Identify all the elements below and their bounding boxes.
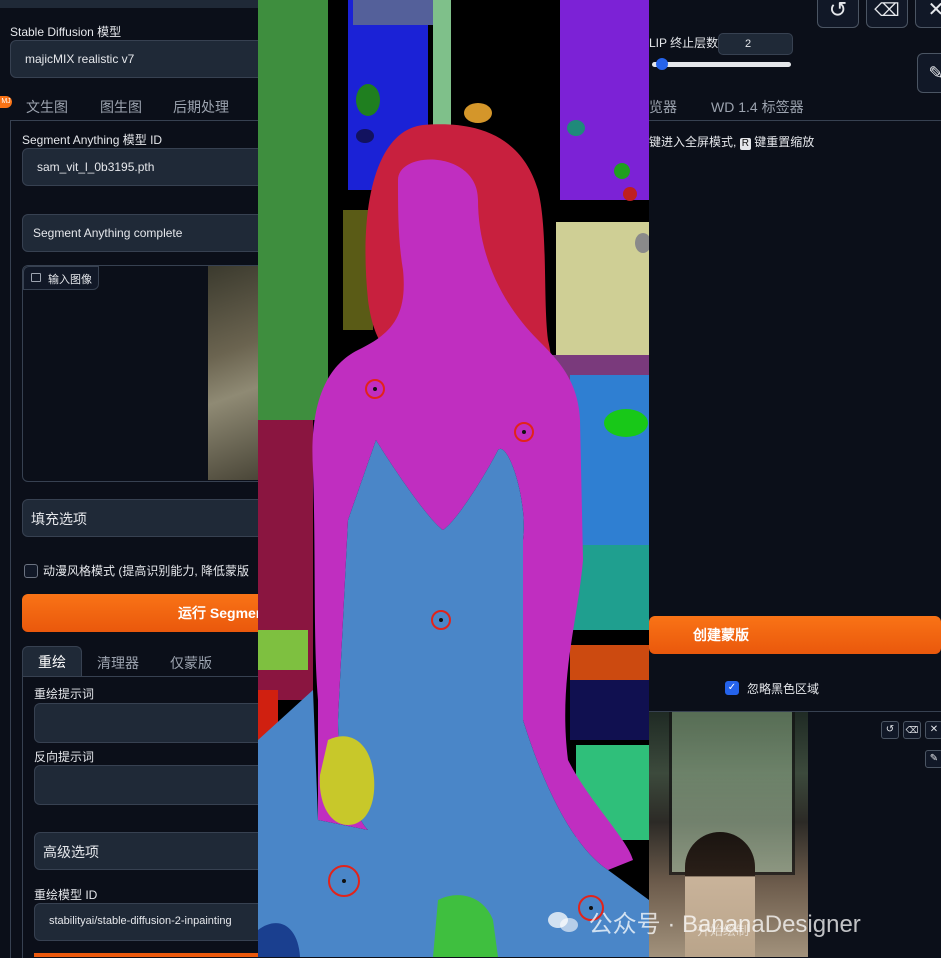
- right-tab-border: [649, 120, 941, 121]
- segment-green-right-blob: [604, 409, 648, 437]
- watermark-text: 公众号 · BananaDesigner: [588, 911, 861, 938]
- inpaint-model-select[interactable]: stabilityai/stable-diffusion-2-inpaintin…: [34, 903, 276, 941]
- undo-icon[interactable]: ↺: [817, 0, 859, 28]
- input-image-thumbnail: [208, 266, 258, 480]
- mj-badge: MJ: [0, 96, 12, 108]
- clip-skip-number[interactable]: 2: [718, 33, 793, 55]
- segment-amber-spot: [464, 103, 492, 123]
- wechat-icon: [548, 910, 582, 934]
- tab-wd14-tagger[interactable]: WD 1.4 标签器: [711, 97, 804, 117]
- input-image-tag: 输入图像: [23, 266, 99, 290]
- ignore-black-label: 忽略黑色区域: [747, 682, 820, 696]
- top-bar: [0, 0, 258, 8]
- advanced-options-label: 高级选项: [43, 844, 99, 860]
- inpaint-prompt-label: 重绘提示词: [34, 687, 95, 701]
- segment-slate-top: [353, 0, 433, 25]
- segment-green-spot-right: [614, 163, 630, 179]
- model-select[interactable]: majicMIX realistic v7: [10, 40, 272, 78]
- segment-purple: [560, 0, 649, 200]
- segment-navy-right: [570, 680, 649, 740]
- segment-teal-spot: [567, 120, 585, 136]
- fullscreen-hint: 键进入全屏模式, R 键重置缩放: [649, 133, 814, 150]
- create-mask-label: 创建蒙版: [693, 627, 749, 643]
- clip-skip-label: LIP 终止层数: [649, 36, 719, 50]
- clip-skip-value: 2: [745, 38, 752, 50]
- tab-browser[interactable]: 览器: [649, 97, 677, 117]
- tab-extras[interactable]: 后期处理: [173, 97, 229, 117]
- sam-complete-dropdown[interactable]: Segment Anything complete: [22, 214, 274, 252]
- sam-model-label: Segment Anything 模型 ID: [22, 133, 163, 147]
- model-label: Stable Diffusion 模型: [10, 25, 122, 39]
- input-image-label: 输入图像: [48, 274, 92, 286]
- inpaint-prompt-input[interactable]: [34, 703, 276, 743]
- brush-icon[interactable]: ✎: [925, 750, 941, 768]
- segment-lime-left: [258, 630, 308, 670]
- orange-edge: [34, 953, 264, 957]
- clip-skip-slider[interactable]: [652, 58, 791, 70]
- negative-prompt-label: 反向提示词: [34, 750, 95, 764]
- tab-cleaner[interactable]: 清理器: [97, 653, 139, 673]
- brush-icon[interactable]: ✎: [917, 53, 941, 93]
- sam-model-value: sam_vit_l_0b3195.pth: [37, 160, 155, 174]
- point-marker-dot: [373, 387, 377, 391]
- run-segment-button[interactable]: 运行 Segment: [22, 594, 272, 632]
- model-value: majicMIX realistic v7: [25, 52, 135, 66]
- image-icon: [31, 273, 41, 282]
- segment-orange-right: [570, 645, 649, 685]
- eraser-icon[interactable]: ⌫: [903, 721, 921, 739]
- anime-mode-checkbox[interactable]: [24, 564, 38, 578]
- inpaint-model-label: 重绘模型 ID: [34, 888, 98, 902]
- hint-key: R: [739, 138, 751, 150]
- segment-green-left: [258, 0, 328, 420]
- hint-prefix: 键进入全屏模式,: [649, 135, 737, 149]
- watermark: 公众号 · BananaDesigner: [548, 904, 861, 939]
- eraser-icon[interactable]: ⌫: [866, 0, 908, 28]
- advanced-options-accordion[interactable]: 高级选项: [34, 832, 276, 870]
- segment-navy-spot: [356, 129, 374, 143]
- segment-green-light: [433, 0, 451, 130]
- close-icon[interactable]: ✕: [925, 721, 941, 739]
- tab-txt2img[interactable]: 文生图: [26, 97, 68, 117]
- tab-img2img[interactable]: 图生图: [100, 97, 142, 117]
- close-icon[interactable]: ✕: [915, 0, 941, 28]
- run-segment-label: 运行 Segment: [178, 605, 270, 621]
- point-marker-dot: [439, 618, 443, 622]
- inpaint-model-value: stabilityai/stable-diffusion-2-inpaintin…: [49, 915, 232, 927]
- sam-complete-label: Segment Anything complete: [33, 226, 183, 240]
- negative-prompt-input[interactable]: [34, 765, 276, 805]
- sam-model-select[interactable]: sam_vit_l_0b3195.pth: [22, 148, 274, 186]
- undo-icon[interactable]: ↺: [881, 721, 899, 739]
- create-mask-button[interactable]: 创建蒙版: [649, 616, 941, 654]
- segment-red-spot-right: [623, 187, 637, 201]
- ignore-black-checkbox[interactable]: ✓: [725, 681, 739, 695]
- fill-options-accordion[interactable]: 填充选项: [22, 499, 274, 537]
- point-marker-dot: [522, 430, 526, 434]
- segmentation-mask-image: [258, 0, 649, 957]
- tab-inpaint[interactable]: 重绘: [22, 646, 82, 677]
- hint-suffix: 键重置缩放: [754, 135, 815, 149]
- tab-mask-only[interactable]: 仅蒙版: [170, 653, 212, 673]
- segment-green-spot: [356, 84, 380, 116]
- fill-options-label: 填充选项: [31, 511, 87, 527]
- anime-mode-label: 动漫风格模式 (提高识别能力, 降低蒙版: [43, 564, 249, 578]
- point-marker-dot: [342, 879, 346, 883]
